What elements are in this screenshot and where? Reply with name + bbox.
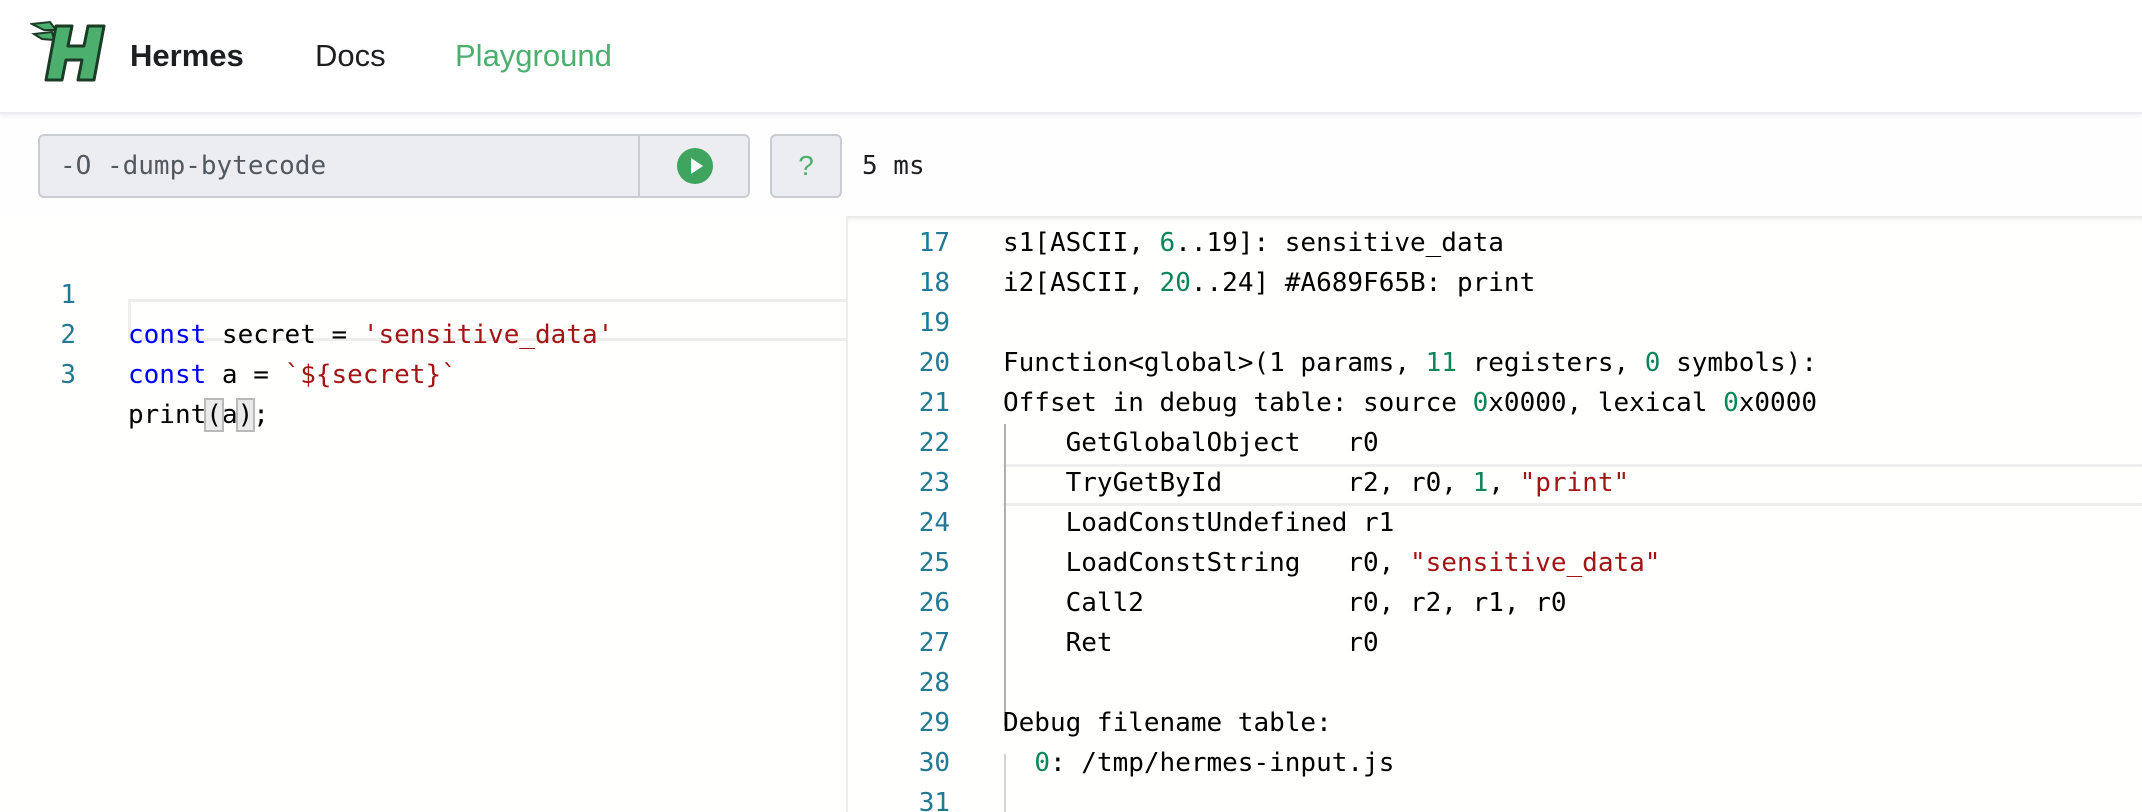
text-token: LoadConstString r0, (1003, 548, 1410, 579)
output-line[interactable]: 17 s1[ASCII, 6..19]: sensitive_data (848, 223, 2142, 263)
number-token: 0 (1644, 348, 1661, 378)
line-number: 30 (918, 748, 950, 779)
output-line[interactable]: 27 Ret r0 (848, 623, 2142, 663)
number-token: 0 (1472, 388, 1489, 419)
output-line[interactable]: 30 0: /tmp/hermes-input.js (848, 743, 2142, 783)
text-token: i2[ASCII, (1003, 268, 1160, 298)
line-number: 23 (918, 468, 950, 499)
nav-docs-link[interactable]: Docs (315, 38, 386, 74)
output-line[interactable]: 29 Debug filename table: (848, 703, 2142, 743)
number-token: 11 (1425, 348, 1457, 378)
play-circle-icon (677, 148, 713, 184)
string-token: "print" (1519, 468, 1630, 499)
line-number: 29 (918, 708, 950, 739)
flags-input-group (38, 134, 750, 198)
line-number: 19 (918, 308, 950, 338)
text-token: GetGlobalObject r0 (1003, 428, 1379, 459)
editor-line[interactable]: 3 print(a); (0, 315, 846, 432)
keyword: const (128, 360, 207, 390)
output-line[interactable]: 24 LoadConstUndefined r1 (848, 503, 2142, 543)
text-token: , (1488, 468, 1520, 499)
line-text: GetGlobalObject r0 (1003, 423, 1379, 463)
text-token: Call2 r0, r2, r1, r0 (1003, 588, 1567, 619)
number-token: 20 (1159, 268, 1191, 298)
line-number: 22 (918, 428, 950, 459)
line-text: Call2 r0, r2, r1, r0 (1003, 583, 1567, 623)
line-text: Function<global>(1 params, 11 registers,… (1003, 343, 1817, 383)
output-line[interactable]: 25 LoadConstString r0, "sensitive_data" (848, 543, 2142, 583)
help-button[interactable]: ? (770, 134, 842, 198)
text-token: registers, (1456, 348, 1645, 378)
nav-playground-link[interactable]: Playground (455, 38, 612, 74)
brand-title[interactable]: Hermes (130, 38, 244, 74)
text-token: Offset in debug table: source (1003, 388, 1473, 419)
code-text: a (221, 400, 238, 430)
text-token: TryGetById r2, r0, (1003, 468, 1473, 499)
compiler-flags-input[interactable] (40, 136, 638, 196)
line-text: Ret r0 (1003, 623, 1379, 663)
line-text: LoadConstUndefined r1 (1003, 503, 1395, 543)
string-token: "sensitive_data" (1410, 548, 1661, 579)
line-number: 24 (918, 508, 950, 539)
line-text: Offset in debug table: source 0x0000, le… (1003, 383, 1817, 423)
bytecode-output[interactable]: 17 s1[ASCII, 6..19]: sensitive_data 18 i2[A… (848, 216, 2142, 812)
text-token: Debug filename table: (1003, 708, 1332, 739)
code-text: ; (253, 400, 269, 430)
output-line[interactable]: 19 (848, 303, 2142, 343)
line-number: 20 (918, 348, 950, 378)
line-number: 26 (918, 588, 950, 619)
code-text: a = (206, 360, 285, 390)
execution-time: 5 ms (862, 151, 925, 181)
line-code[interactable]: const a = `${secret}` (128, 355, 457, 395)
output-line[interactable]: 20 Function<global>(1 params, 11 register… (848, 343, 2142, 383)
line-number: 3 (60, 360, 76, 390)
line-text: Debug filename table: (1003, 703, 1332, 743)
text-token: ..24] #A689F65B: print (1190, 268, 1536, 298)
output-line[interactable]: 22 GetGlobalObject r0 (848, 423, 2142, 463)
editor-line[interactable]: 2 const a = `${secret}` (0, 275, 846, 390)
text-token: Function<global>(1 params, (1003, 348, 1426, 378)
line-number: 17 (918, 228, 950, 258)
line-number: 31 (918, 788, 950, 812)
line-number: 25 (918, 548, 950, 579)
text-token: s1[ASCII, (1003, 228, 1160, 258)
line-code[interactable]: print(a); (128, 395, 269, 435)
code-text: print (128, 400, 207, 430)
line-number: 21 (918, 388, 950, 419)
line-text: s1[ASCII, 6..19]: sensitive_data (1003, 223, 1504, 263)
line-text: i2[ASCII, 20..24] #A689F65B: print (1003, 263, 1535, 303)
run-button[interactable] (638, 136, 748, 196)
number-token: 1 (1472, 468, 1489, 499)
text-token: x0000, lexical (1488, 388, 1724, 419)
output-line[interactable]: 21 Offset in debug table: source 0x0000, … (848, 383, 2142, 423)
output-line[interactable]: 23 TryGetById r2, r0, 1, "print" (848, 463, 2142, 503)
text-token: Ret r0 (1003, 628, 1379, 659)
text-token: : /tmp/hermes-input.js (1049, 748, 1395, 779)
template-literal: `${secret}` (284, 360, 457, 390)
line-number: 18 (918, 268, 950, 298)
line-text: 0: /tmp/hermes-input.js (1003, 743, 1394, 783)
source-editor[interactable]: 1 const secret = 'sensitive_data' 2 cons… (0, 216, 874, 812)
output-line[interactable]: 18 i2[ASCII, 20..24] #A689F65B: print (848, 263, 2142, 303)
editor-line[interactable]: 1 const secret = 'sensitive_data' (0, 235, 846, 350)
output-line[interactable]: 26 Call2 r0, r2, r1, r0 (848, 583, 2142, 623)
line-text: TryGetById r2, r0, 1, "print" (1003, 463, 1630, 503)
text-token: x0000 (1738, 388, 1818, 419)
hermes-logo-icon[interactable] (30, 20, 116, 86)
text-token: LoadConstUndefined r1 (1003, 508, 1395, 539)
number-token: 6 (1159, 228, 1176, 258)
line-text: LoadConstString r0, "sensitive_data" (1003, 543, 1661, 583)
line-number: 27 (918, 628, 950, 659)
matched-bracket: ( (204, 398, 224, 432)
output-line[interactable]: 28 (848, 663, 2142, 703)
text-token: symbols): (1660, 348, 1817, 378)
matched-bracket: ) (235, 398, 256, 432)
number-token: 0 (1034, 748, 1050, 779)
line-number: 28 (918, 668, 950, 699)
navbar: Hermes Docs Playground (0, 0, 2142, 114)
number-token: 0 (1723, 388, 1739, 419)
output-line[interactable]: 31 (848, 783, 2142, 812)
text-token: ..19]: sensitive_data (1175, 228, 1504, 258)
